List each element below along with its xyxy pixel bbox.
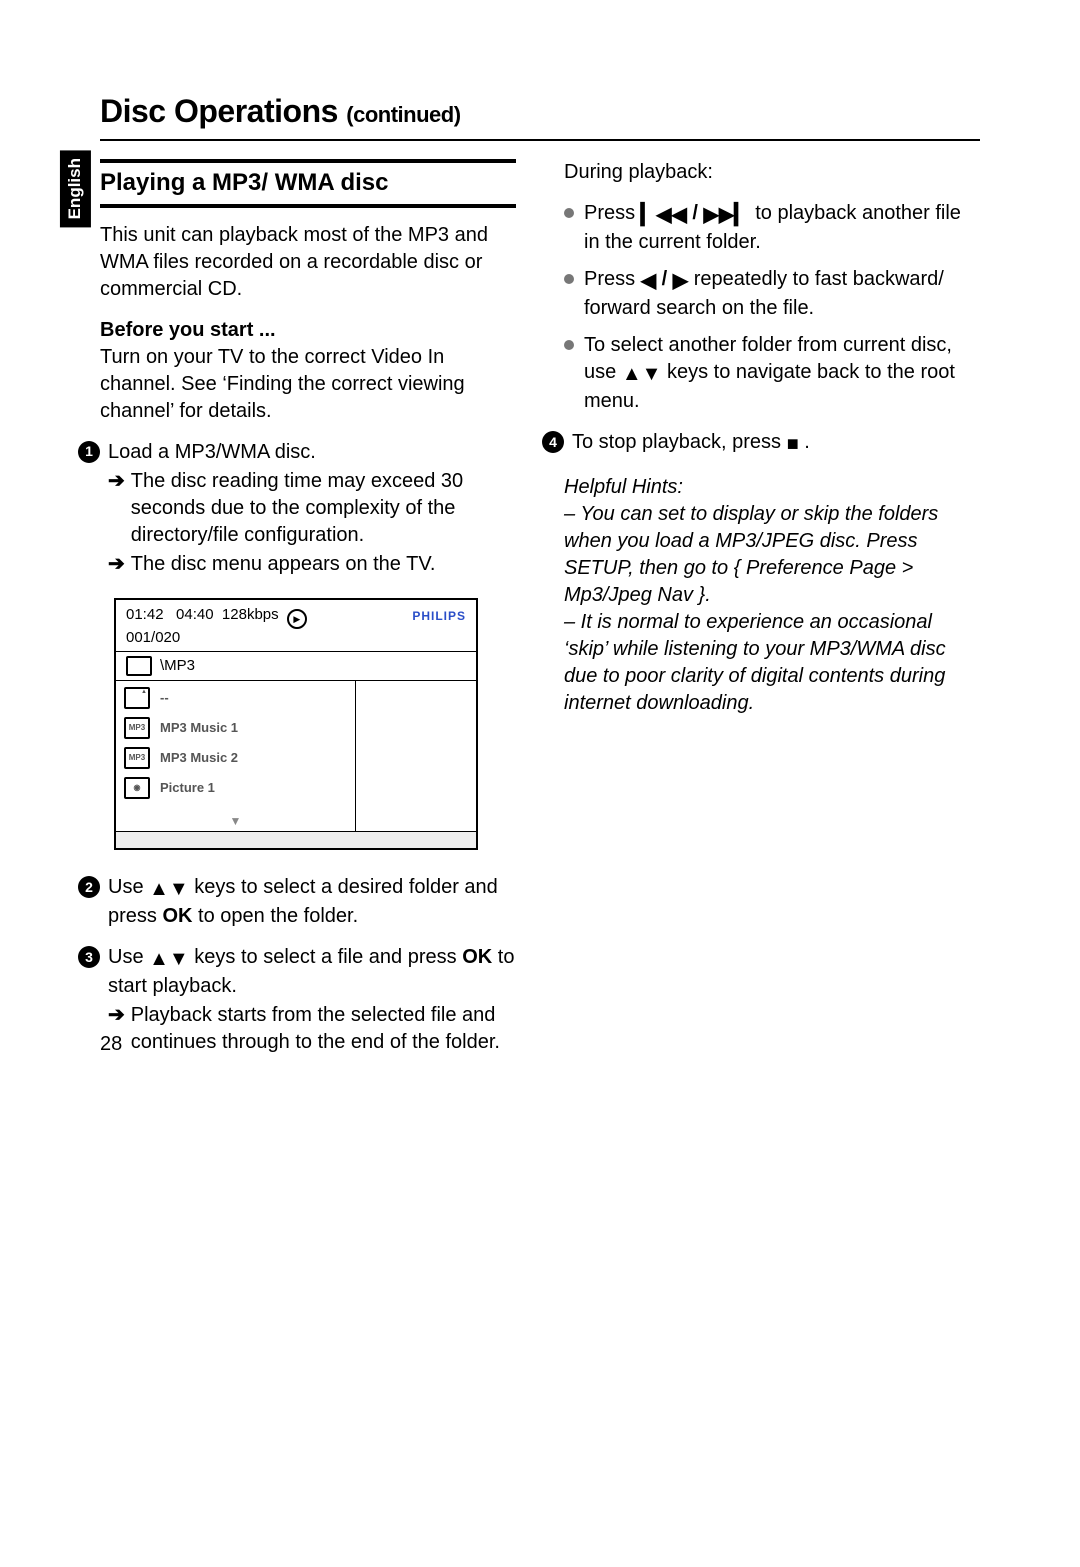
hints-title: Helpful Hints: (564, 474, 980, 501)
menu-track-line: 001/020 (126, 629, 307, 647)
stop-icon: ■ (787, 431, 799, 458)
play-icon: ▶ (287, 609, 307, 629)
forward-icon: ▶ (673, 268, 688, 295)
menu-preview-pane (356, 681, 476, 831)
before-title: Before you start ... (100, 319, 276, 341)
step-2-pre: Use (108, 876, 149, 898)
menu-item-label: MP3 Music 1 (160, 719, 238, 737)
scroll-down-icon: ▼ (230, 813, 242, 829)
ok-label: OK (462, 946, 492, 968)
menu-item-label: Picture 1 (160, 779, 215, 797)
slash: / (662, 268, 673, 290)
up-down-icon: ▲▼ (622, 361, 662, 388)
page-number: 28 (100, 1031, 122, 1058)
arrow-right-icon: ➔ (108, 468, 125, 549)
folder-icon (126, 656, 152, 676)
rewind-icon: ◀ (641, 268, 656, 295)
brand-label: PHILIPS (412, 606, 466, 624)
next-track-icon: ▶▶▎ (704, 202, 750, 229)
step-4-post: . (804, 431, 810, 453)
hint-1: – You can set to display or skip the fol… (564, 501, 980, 609)
intro-paragraph: This unit can playback most of the MP3 a… (100, 222, 516, 303)
slash: / (692, 202, 703, 224)
mp3-file-icon: MP3 (124, 747, 150, 769)
before-body: Turn on your TV to the correct Video In … (100, 346, 465, 422)
step-2-tail: to open the folder. (198, 905, 358, 927)
step-2: 2 Use ▲▼ keys to select a desired folder… (78, 874, 516, 930)
language-tab: English (60, 150, 91, 227)
section-heading: Playing a MP3/ WMA disc (100, 159, 516, 207)
menu-item: MP3 MP3 Music 1 (124, 717, 347, 739)
step-marker-2: 2 (78, 876, 100, 898)
folder-up-icon (124, 687, 150, 709)
before-you-start: Before you start ... Turn on your TV to … (100, 317, 516, 425)
bullet-icon (564, 208, 574, 218)
step-3: 3 Use ▲▼ keys to select a file and press… (78, 944, 516, 1058)
bullet-2-pre: Press (584, 268, 641, 290)
page-title: Disc Operations (continued) (100, 90, 980, 133)
bullet-icon (564, 340, 574, 350)
ok-label: OK (162, 905, 192, 927)
title-continued: (continued) (346, 102, 460, 127)
step-marker-4: 4 (542, 431, 564, 453)
step-4-pre: To stop playback, press (572, 431, 787, 453)
bullet-item: Press ▎◀◀ / ▶▶▎ to playback another file… (564, 200, 980, 256)
step-marker-1: 1 (78, 441, 100, 463)
step-3-sub: Playback starts from the selected file a… (131, 1002, 516, 1056)
bullet-1-pre: Press (584, 202, 641, 224)
step-1: 1 Load a MP3/WMA disc. ➔ The disc readin… (78, 439, 516, 861)
title-divider (100, 139, 980, 141)
mp3-file-icon: MP3 (124, 717, 150, 739)
step-marker-3: 3 (78, 946, 100, 968)
up-down-icon: ▲▼ (149, 876, 189, 903)
menu-footer (116, 831, 476, 848)
menu-item: MP3 MP3 Music 2 (124, 747, 347, 769)
up-down-icon: ▲▼ (149, 946, 189, 973)
bullet-item: To select another folder from current di… (564, 332, 980, 415)
step-1-sub1: The disc reading time may exceed 30 seco… (131, 468, 516, 549)
menu-time-line: 01:42 04:40 128kbps (126, 606, 279, 623)
hint-2: – It is normal to experience an occasion… (564, 609, 980, 717)
bullet-icon (564, 274, 574, 284)
bullet-item: Press ◀ / ▶ repeatedly to fast backward/… (564, 266, 980, 322)
step-1-sub2: The disc menu appears on the TV. (131, 551, 436, 578)
picture-file-icon: ◉ (124, 777, 150, 799)
helpful-hints: Helpful Hints: – You can set to display … (564, 474, 980, 717)
prev-track-icon: ▎◀◀ (641, 202, 687, 229)
disc-menu-illustration: 01:42 04:40 128kbps ▶ 001/020 PHILIPS \M… (114, 598, 478, 851)
step-3-pre: Use (108, 946, 149, 968)
menu-item: ◉ Picture 1 (124, 777, 347, 799)
step-4: 4 To stop playback, press ■ . (542, 429, 980, 458)
menu-item-label: MP3 Music 2 (160, 749, 238, 767)
menu-path: \MP3 (160, 656, 195, 676)
arrow-right-icon: ➔ (108, 551, 125, 578)
menu-item-label: -- (160, 689, 169, 707)
during-playback: During playback: (564, 159, 980, 186)
step-3-post: keys to select a file and press (194, 946, 462, 968)
step-1-text: Load a MP3/WMA disc. (108, 439, 516, 466)
title-main: Disc Operations (100, 93, 338, 129)
menu-item: -- (124, 687, 347, 709)
